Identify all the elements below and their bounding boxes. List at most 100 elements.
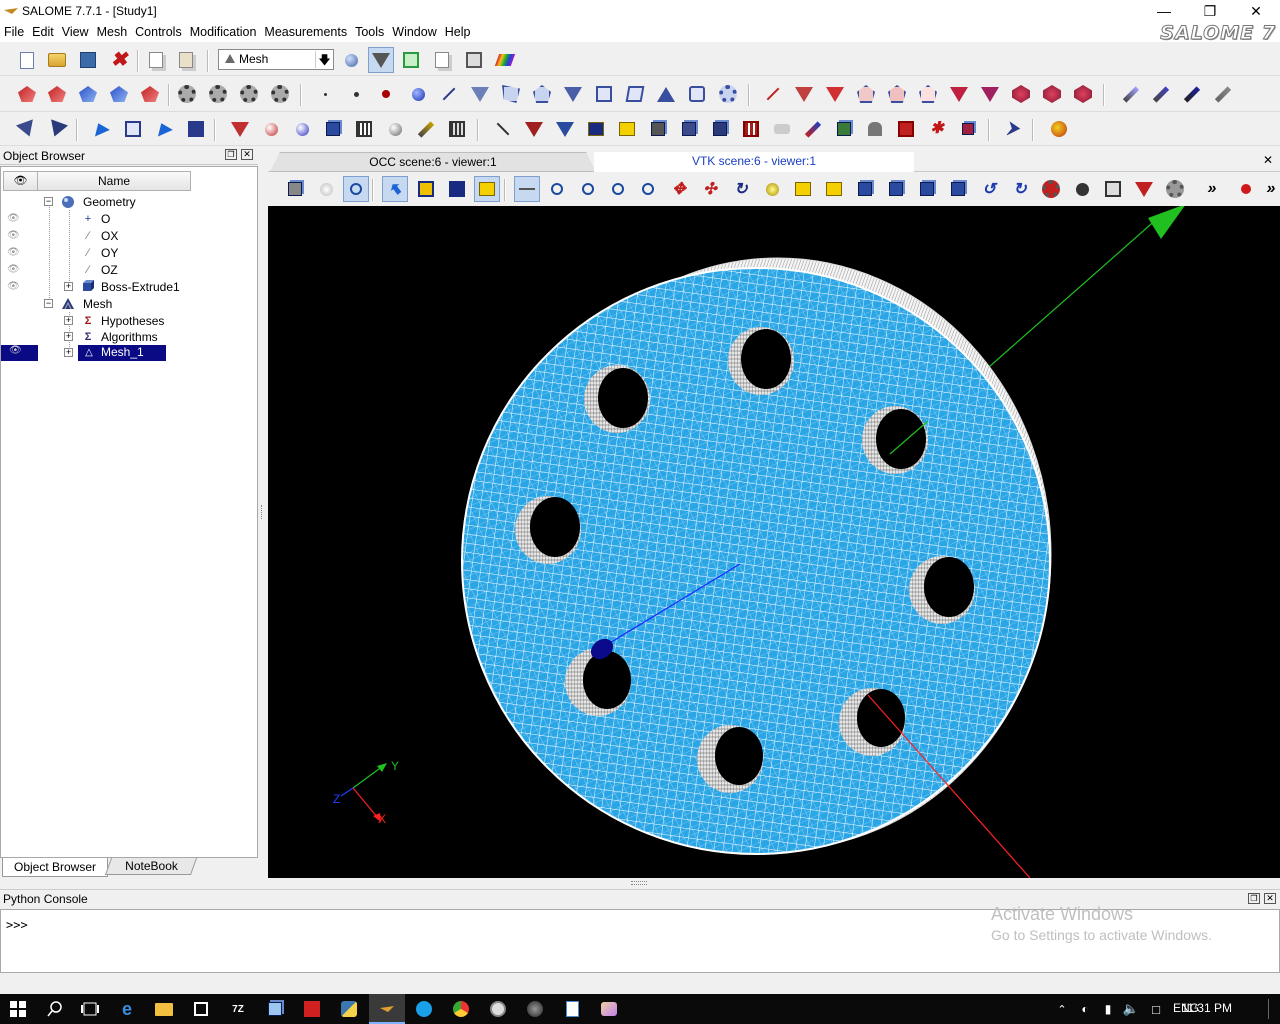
close-icon[interactable]: ✕ [1264, 893, 1276, 904]
volume-icon[interactable]: 🔈 [1121, 999, 1141, 1019]
fit-selection-button[interactable] [605, 176, 631, 202]
graduated-axes-button[interactable] [1131, 176, 1157, 202]
group-intersect-button[interactable] [955, 116, 981, 142]
save-button[interactable] [75, 47, 101, 73]
tree-item-algorithms[interactable]: + Σ Algorithms [0, 329, 258, 346]
dump-view-button[interactable] [282, 176, 308, 202]
sew-button[interactable] [227, 116, 253, 142]
triquadratic-hexahedron-button[interactable] [1070, 81, 1096, 107]
close-icon[interactable]: ✕ [241, 149, 253, 160]
vertical-splitter[interactable] [259, 150, 267, 880]
tree-item-ox[interactable]: 👁 ∕ OX [0, 228, 258, 245]
bottom-view-button[interactable] [883, 176, 909, 202]
group-union-button[interactable] [893, 116, 919, 142]
tab-notebook[interactable]: NoteBook [104, 858, 198, 875]
minimize-button[interactable]: — [1141, 0, 1187, 22]
double-nodes-button[interactable] [707, 116, 733, 142]
menu-edit[interactable]: Edit [28, 22, 58, 39]
scaling-button[interactable] [1162, 176, 1188, 202]
zooming-style-button[interactable] [343, 176, 369, 202]
create-group-button[interactable] [862, 116, 888, 142]
0d-element-button[interactable] [343, 81, 369, 107]
tree-item-oy[interactable]: 👁 ∕ OY [0, 245, 258, 262]
add-quadrangle-to-segments-button[interactable] [1046, 116, 1072, 142]
search-button[interactable] [45, 999, 65, 1019]
wifi-icon[interactable]: ◐ [1075, 999, 1095, 1019]
reorient-faces-button[interactable] [800, 116, 826, 142]
tree-item-geometry[interactable]: − Geometry [0, 194, 258, 211]
symmetry-button[interactable]: ▶ [152, 116, 178, 142]
menu-tools[interactable]: Tools [351, 22, 388, 39]
pattern-mapping-button[interactable] [583, 116, 609, 142]
move-node-button[interactable] [289, 116, 315, 142]
remove-nodes-button[interactable] [1118, 81, 1144, 107]
interaction-style-button[interactable] [313, 176, 339, 202]
notepad-taskbar-icon[interactable] [562, 999, 582, 1019]
rectangle-selection-button[interactable]: ⬉ [382, 176, 408, 202]
remove-elements-button[interactable] [1148, 81, 1174, 107]
tab-occ-viewer[interactable]: OCC scene:6 - viewer:1 [270, 152, 596, 172]
reset-view-button[interactable] [1038, 176, 1064, 202]
collapse-icon[interactable]: − [44, 197, 53, 206]
create-submesh-button[interactable] [44, 81, 70, 107]
edge-button[interactable] [436, 81, 462, 107]
quadratic-hexahedron-button[interactable] [1039, 81, 1065, 107]
scale-element-button[interactable] [769, 116, 795, 142]
record-button[interactable] [1233, 176, 1259, 202]
tree-item-mesh-1[interactable]: 👁 + Mesh_1 △ [0, 345, 258, 362]
more-tools-button[interactable]: » [1199, 176, 1225, 202]
compute-preview-button[interactable] [205, 81, 231, 107]
float-icon[interactable]: ❐ [1248, 893, 1260, 904]
pyramid-button[interactable] [653, 81, 679, 107]
triangle-button[interactable] [467, 81, 493, 107]
eye-icon[interactable]: 👁 [7, 213, 20, 224]
split-biquadratic-button[interactable] [738, 116, 764, 142]
rotate-anticlockwise-button[interactable]: ↺ [976, 176, 1002, 202]
chrome-taskbar-icon[interactable] [451, 999, 471, 1019]
game-taskbar-icon[interactable] [488, 999, 508, 1019]
offset-button[interactable] [676, 116, 702, 142]
new-document-button[interactable] [14, 47, 40, 73]
merge-nodes-button[interactable] [14, 116, 40, 142]
mesh-info-button[interactable]: ⮞ [1000, 116, 1026, 142]
close-viewer-icon[interactable]: ✕ [1263, 153, 1273, 167]
0d-on-nodes-button[interactable] [373, 81, 399, 107]
tree-item-boss-extrude1[interactable]: 👁 + Boss-Extrude1 [0, 279, 258, 296]
module-yacs-button[interactable] [429, 47, 455, 73]
eye-icon[interactable]: 👁 [7, 264, 20, 275]
rotate-button[interactable] [759, 176, 785, 202]
extrusion-along-path-button[interactable] [521, 116, 547, 142]
fit-area-button[interactable] [575, 176, 601, 202]
left-view-button[interactable] [914, 176, 940, 202]
global-panning-button[interactable]: ✣ [697, 176, 723, 202]
hex-prism-button[interactable] [684, 81, 710, 107]
chevron-down-icon[interactable]: 🡇 [315, 51, 333, 68]
eye-icon[interactable]: 👁 [7, 247, 20, 258]
cut-groups-button[interactable]: ✱ [924, 116, 950, 142]
merge-button[interactable] [258, 116, 284, 142]
rotation-button[interactable] [120, 116, 146, 142]
maximize-button[interactable]: ❐ [1187, 0, 1233, 22]
face-selection-button[interactable] [474, 176, 500, 202]
module-mesh-button[interactable] [368, 47, 394, 73]
back-view-button[interactable] [821, 176, 847, 202]
menu-modification[interactable]: Modification [186, 22, 261, 39]
extrusion-button[interactable] [490, 116, 516, 142]
split-volumes-button[interactable] [413, 116, 439, 142]
collapse-icon[interactable]: − [44, 299, 53, 308]
cutting-quads-button[interactable] [382, 116, 408, 142]
node-selection-button[interactable] [444, 176, 470, 202]
biquadratic-triangle-button[interactable] [822, 81, 848, 107]
python-taskbar-icon[interactable] [339, 999, 359, 1019]
fit-all-button[interactable] [544, 176, 570, 202]
cube-app-taskbar-icon[interactable] [265, 999, 285, 1019]
rotate-clockwise-button[interactable]: ↻ [1007, 176, 1033, 202]
expand-icon[interactable]: + [64, 348, 73, 357]
copy-mesh-button[interactable] [137, 81, 163, 107]
panning-button[interactable]: ✥ [666, 176, 692, 202]
edit-mesh-button[interactable] [75, 81, 101, 107]
quadratic-pentahedron-button[interactable] [1008, 81, 1034, 107]
open-button[interactable] [44, 47, 70, 73]
tree-item-mesh[interactable]: − Mesh [0, 296, 258, 313]
paste-button[interactable] [173, 47, 199, 73]
